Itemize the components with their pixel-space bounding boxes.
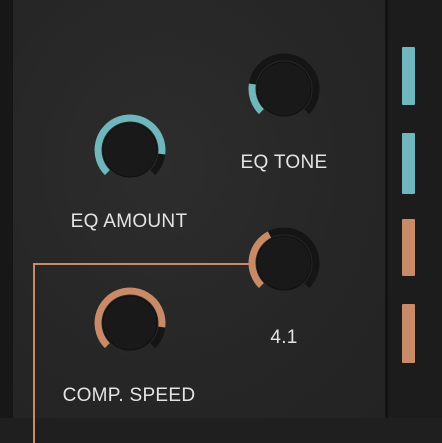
comp-speed-label: COMP. SPEED xyxy=(62,385,196,406)
comp-speed-knob[interactable] xyxy=(89,282,171,364)
knob-graphic xyxy=(248,53,320,117)
eq-amount-knob[interactable] xyxy=(89,109,171,191)
knob-graphic xyxy=(94,114,166,178)
meter-segment-2 xyxy=(402,133,415,194)
comp-amount-knob[interactable] xyxy=(243,222,325,304)
knob-body xyxy=(256,235,312,291)
meter-strip xyxy=(388,0,442,418)
meter-segment-3 xyxy=(402,219,415,276)
eq-amount-label: EQ AMOUNT xyxy=(70,211,188,232)
left-edge xyxy=(0,0,12,418)
eq-tone-label: EQ TONE xyxy=(240,152,328,173)
knob-body xyxy=(102,295,158,351)
eq-tone-knob[interactable] xyxy=(243,48,325,130)
comp-amount-readout: 4.1 xyxy=(270,327,298,348)
knob-graphic xyxy=(248,227,320,291)
knob-graphic xyxy=(94,287,166,351)
knob-body xyxy=(102,122,158,178)
meter-segment-1 xyxy=(402,47,415,105)
meter-segment-4 xyxy=(402,304,415,363)
knob-body xyxy=(256,61,312,117)
